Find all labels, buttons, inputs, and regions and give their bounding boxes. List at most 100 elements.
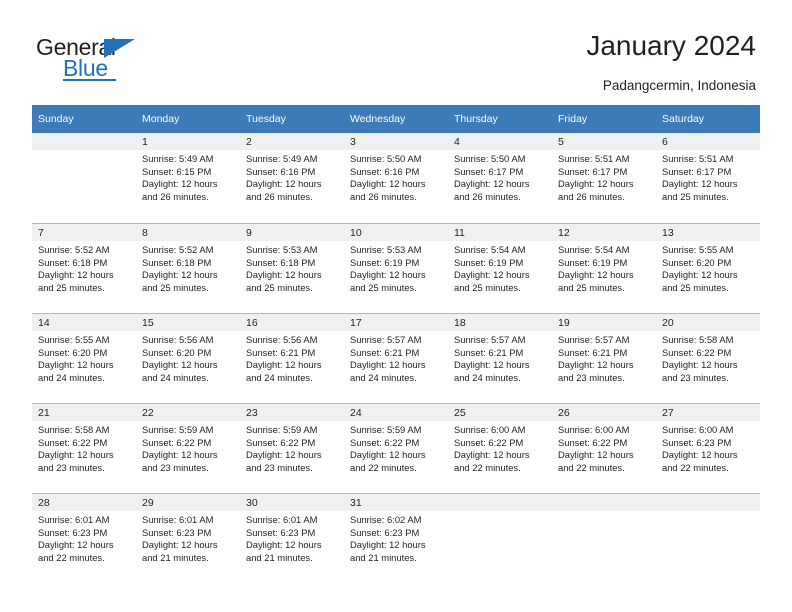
day-details: Sunrise: 5:56 AM Sunset: 6:21 PM Dayligh… xyxy=(240,331,344,384)
calendar-day-cell[interactable]: 8 Sunrise: 5:52 AM Sunset: 6:18 PM Dayli… xyxy=(136,223,240,313)
sunrise-text: Sunrise: 5:54 AM xyxy=(558,244,630,255)
daylight-text-line1: Daylight: 12 hours xyxy=(246,449,322,461)
daylight-text-line1: Daylight: 12 hours xyxy=(662,449,738,461)
day-number: 28 xyxy=(32,494,136,511)
calendar-day-cell[interactable]: 28 Sunrise: 6:01 AM Sunset: 6:23 PM Dayl… xyxy=(32,493,136,583)
calendar-day-cell[interactable]: 4 Sunrise: 5:50 AM Sunset: 6:17 PM Dayli… xyxy=(448,133,552,223)
calendar-day-cell[interactable]: 25 Sunrise: 6:00 AM Sunset: 6:22 PM Dayl… xyxy=(448,403,552,493)
calendar-day-cell[interactable]: 7 Sunrise: 5:52 AM Sunset: 6:18 PM Dayli… xyxy=(32,223,136,313)
calendar-day-cell[interactable]: 26 Sunrise: 6:00 AM Sunset: 6:22 PM Dayl… xyxy=(552,403,656,493)
calendar-day-cell[interactable]: 27 Sunrise: 6:00 AM Sunset: 6:23 PM Dayl… xyxy=(656,403,760,493)
sunset-text: Sunset: 6:16 PM xyxy=(246,165,316,177)
sunset-text: Sunset: 6:21 PM xyxy=(246,346,316,358)
day-number: 2 xyxy=(240,133,344,150)
sunset-text: Sunset: 6:22 PM xyxy=(454,436,524,448)
calendar-day-cell[interactable] xyxy=(448,493,552,583)
day-number: 21 xyxy=(32,404,136,421)
day-details: Sunrise: 5:58 AM Sunset: 6:22 PM Dayligh… xyxy=(32,421,136,474)
daylight-text-line2: and 24 minutes. xyxy=(454,371,521,383)
day-number: 9 xyxy=(240,224,344,241)
sunrise-text: Sunrise: 6:00 AM xyxy=(454,424,526,435)
calendar-day-cell[interactable]: 15 Sunrise: 5:56 AM Sunset: 6:20 PM Dayl… xyxy=(136,313,240,403)
sunset-text: Sunset: 6:17 PM xyxy=(558,165,628,177)
calendar-day-cell[interactable]: 29 Sunrise: 6:01 AM Sunset: 6:23 PM Dayl… xyxy=(136,493,240,583)
daylight-text-line1: Daylight: 12 hours xyxy=(142,449,218,461)
calendar-day-cell[interactable]: 24 Sunrise: 5:59 AM Sunset: 6:22 PM Dayl… xyxy=(344,403,448,493)
calendar-day-cell[interactable]: 16 Sunrise: 5:56 AM Sunset: 6:21 PM Dayl… xyxy=(240,313,344,403)
day-number xyxy=(552,494,656,511)
day-details: Sunrise: 5:53 AM Sunset: 6:18 PM Dayligh… xyxy=(240,241,344,294)
day-details: Sunrise: 5:58 AM Sunset: 6:22 PM Dayligh… xyxy=(656,331,760,384)
calendar-day-cell[interactable] xyxy=(32,133,136,223)
calendar-day-cell[interactable]: 20 Sunrise: 5:58 AM Sunset: 6:22 PM Dayl… xyxy=(656,313,760,403)
day-details: Sunrise: 5:52 AM Sunset: 6:18 PM Dayligh… xyxy=(136,241,240,294)
general-blue-logo[interactable]: General Blue xyxy=(36,34,236,86)
sunrise-text: Sunrise: 5:50 AM xyxy=(454,153,526,164)
sunrise-text: Sunrise: 5:51 AM xyxy=(558,153,630,164)
calendar-day-cell[interactable]: 13 Sunrise: 5:55 AM Sunset: 6:20 PM Dayl… xyxy=(656,223,760,313)
calendar-day-cell[interactable] xyxy=(552,493,656,583)
calendar-day-cell[interactable]: 9 Sunrise: 5:53 AM Sunset: 6:18 PM Dayli… xyxy=(240,223,344,313)
calendar-day-cell[interactable]: 18 Sunrise: 5:57 AM Sunset: 6:21 PM Dayl… xyxy=(448,313,552,403)
calendar-day-cell[interactable]: 21 Sunrise: 5:58 AM Sunset: 6:22 PM Dayl… xyxy=(32,403,136,493)
daylight-text-line1: Daylight: 12 hours xyxy=(454,178,530,190)
calendar-day-cell[interactable]: 23 Sunrise: 5:59 AM Sunset: 6:22 PM Dayl… xyxy=(240,403,344,493)
sunset-text: Sunset: 6:21 PM xyxy=(454,346,524,358)
day-number: 26 xyxy=(552,404,656,421)
sunrise-text: Sunrise: 5:49 AM xyxy=(142,153,214,164)
calendar-day-cell[interactable]: 11 Sunrise: 5:54 AM Sunset: 6:19 PM Dayl… xyxy=(448,223,552,313)
calendar-day-cell[interactable]: 17 Sunrise: 5:57 AM Sunset: 6:21 PM Dayl… xyxy=(344,313,448,403)
day-details: Sunrise: 5:57 AM Sunset: 6:21 PM Dayligh… xyxy=(448,331,552,384)
daylight-text-line2: and 25 minutes. xyxy=(350,281,417,293)
calendar-day-cell[interactable]: 31 Sunrise: 6:02 AM Sunset: 6:23 PM Dayl… xyxy=(344,493,448,583)
daylight-text-line1: Daylight: 12 hours xyxy=(142,178,218,190)
sunset-text: Sunset: 6:20 PM xyxy=(38,346,108,358)
sunset-text: Sunset: 6:18 PM xyxy=(246,256,316,268)
calendar-week-row: 21 Sunrise: 5:58 AM Sunset: 6:22 PM Dayl… xyxy=(32,403,760,493)
calendar-day-cell[interactable]: 5 Sunrise: 5:51 AM Sunset: 6:17 PM Dayli… xyxy=(552,133,656,223)
day-number: 17 xyxy=(344,314,448,331)
daylight-text-line1: Daylight: 12 hours xyxy=(246,269,322,281)
calendar-day-cell[interactable]: 6 Sunrise: 5:51 AM Sunset: 6:17 PM Dayli… xyxy=(656,133,760,223)
day-details: Sunrise: 6:02 AM Sunset: 6:23 PM Dayligh… xyxy=(344,511,448,564)
sunset-text: Sunset: 6:22 PM xyxy=(662,346,732,358)
day-number xyxy=(656,494,760,511)
sunset-text: Sunset: 6:19 PM xyxy=(558,256,628,268)
day-number: 10 xyxy=(344,224,448,241)
daylight-text-line1: Daylight: 12 hours xyxy=(142,539,218,551)
day-details: Sunrise: 6:01 AM Sunset: 6:23 PM Dayligh… xyxy=(240,511,344,564)
day-number: 18 xyxy=(448,314,552,331)
calendar-week-row: 14 Sunrise: 5:55 AM Sunset: 6:20 PM Dayl… xyxy=(32,313,760,403)
calendar-day-cell[interactable]: 12 Sunrise: 5:54 AM Sunset: 6:19 PM Dayl… xyxy=(552,223,656,313)
daylight-text-line1: Daylight: 12 hours xyxy=(246,178,322,190)
day-details: Sunrise: 5:51 AM Sunset: 6:17 PM Dayligh… xyxy=(656,150,760,203)
sunrise-text: Sunrise: 6:02 AM xyxy=(350,514,422,525)
sunrise-text: Sunrise: 5:56 AM xyxy=(142,334,214,345)
day-details: Sunrise: 5:54 AM Sunset: 6:19 PM Dayligh… xyxy=(448,241,552,294)
calendar-day-cell[interactable]: 14 Sunrise: 5:55 AM Sunset: 6:20 PM Dayl… xyxy=(32,313,136,403)
page-title: January 2024 xyxy=(586,30,756,61)
sunset-text: Sunset: 6:17 PM xyxy=(662,165,732,177)
daylight-text-line2: and 23 minutes. xyxy=(558,371,625,383)
calendar-day-cell[interactable]: 3 Sunrise: 5:50 AM Sunset: 6:16 PM Dayli… xyxy=(344,133,448,223)
sunrise-text: Sunrise: 5:57 AM xyxy=(558,334,630,345)
weekday-header-monday: Monday xyxy=(136,105,240,133)
calendar-day-cell[interactable]: 22 Sunrise: 5:59 AM Sunset: 6:22 PM Dayl… xyxy=(136,403,240,493)
day-details xyxy=(552,511,656,514)
calendar-day-cell[interactable] xyxy=(656,493,760,583)
day-number xyxy=(448,494,552,511)
day-details: Sunrise: 5:56 AM Sunset: 6:20 PM Dayligh… xyxy=(136,331,240,384)
calendar-day-cell[interactable]: 1 Sunrise: 5:49 AM Sunset: 6:15 PM Dayli… xyxy=(136,133,240,223)
calendar-day-cell[interactable]: 2 Sunrise: 5:49 AM Sunset: 6:16 PM Dayli… xyxy=(240,133,344,223)
sunrise-text: Sunrise: 5:57 AM xyxy=(350,334,422,345)
daylight-text-line2: and 25 minutes. xyxy=(38,281,105,293)
calendar-day-cell[interactable]: 10 Sunrise: 5:53 AM Sunset: 6:19 PM Dayl… xyxy=(344,223,448,313)
sunrise-text: Sunrise: 5:59 AM xyxy=(350,424,422,435)
calendar-day-cell[interactable]: 19 Sunrise: 5:57 AM Sunset: 6:21 PM Dayl… xyxy=(552,313,656,403)
day-details: Sunrise: 5:57 AM Sunset: 6:21 PM Dayligh… xyxy=(552,331,656,384)
daylight-text-line1: Daylight: 12 hours xyxy=(662,178,738,190)
day-number: 31 xyxy=(344,494,448,511)
calendar-day-cell[interactable]: 30 Sunrise: 6:01 AM Sunset: 6:23 PM Dayl… xyxy=(240,493,344,583)
logo-text-blue: Blue xyxy=(63,55,108,81)
day-number: 11 xyxy=(448,224,552,241)
